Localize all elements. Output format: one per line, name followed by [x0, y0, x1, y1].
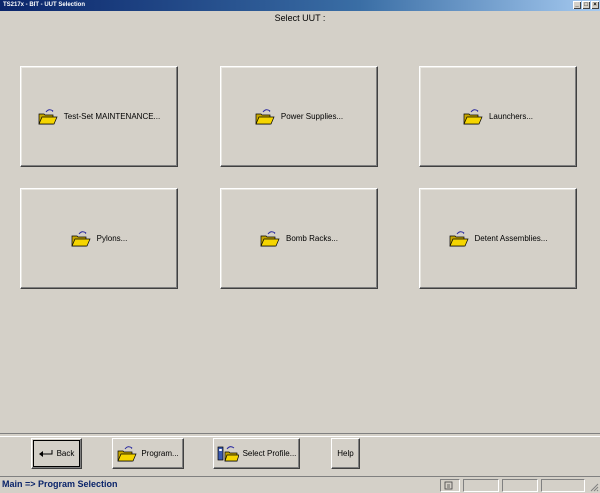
back-button-label: Back: [56, 449, 75, 458]
program-button[interactable]: Program...: [112, 438, 184, 469]
status-panel: [541, 479, 585, 492]
bottom-separator: [0, 433, 600, 437]
close-button[interactable]: ×: [591, 1, 599, 9]
uut-tile-detent-assemblies[interactable]: Detent Assemblies...: [419, 188, 577, 289]
title-bar: TS217x - BIT - UUT Selection _ □ ×: [0, 0, 600, 11]
maximize-button[interactable]: □: [582, 1, 590, 9]
back-button[interactable]: Back: [31, 438, 82, 469]
open-folder-icon: [71, 231, 91, 247]
help-button-label: Help: [337, 449, 354, 458]
status-text: Main => Program Selection: [2, 479, 118, 489]
open-folder-icon: [449, 231, 469, 247]
select-profile-button[interactable]: Select Profile...: [213, 438, 300, 469]
program-button-label: Program...: [141, 449, 179, 458]
page-title: Select UUT :: [274, 13, 326, 23]
status-panel: [502, 479, 538, 492]
help-button[interactable]: Help: [331, 438, 360, 469]
minimize-button[interactable]: _: [573, 1, 581, 9]
uut-tile-test-set-maintenance[interactable]: Test-Set MAINTENANCE...: [20, 66, 178, 167]
tile-label: Launchers...: [488, 112, 534, 121]
return-arrow-icon: [38, 449, 53, 457]
uut-tile-power-supplies[interactable]: Power Supplies...: [220, 66, 378, 167]
tile-label: Pylons...: [96, 234, 128, 243]
status-indicator-icon: [444, 481, 453, 490]
profile-folder-icon: [217, 446, 239, 462]
window-controls: _ □ ×: [573, 1, 599, 9]
tile-label: Bomb Racks...: [285, 234, 338, 243]
resize-grip-icon[interactable]: [589, 482, 599, 492]
open-folder-icon: [117, 446, 137, 462]
select-profile-button-label: Select Profile...: [242, 449, 297, 458]
open-folder-icon: [38, 109, 58, 125]
open-folder-icon: [463, 109, 483, 125]
uut-tile-bomb-racks[interactable]: Bomb Racks...: [220, 188, 378, 289]
window-title: TS217x - BIT - UUT Selection: [3, 2, 86, 8]
uut-tile-launchers[interactable]: Launchers...: [419, 66, 577, 167]
uut-tile-pylons[interactable]: Pylons...: [20, 188, 178, 289]
tile-label: Power Supplies...: [280, 112, 344, 121]
tile-label: Test-Set MAINTENANCE...: [63, 112, 161, 121]
status-bar: Main => Program Selection: [0, 476, 600, 493]
open-folder-icon: [255, 109, 275, 125]
tile-label: Detent Assemblies...: [474, 234, 548, 243]
status-panel-indicator: [440, 479, 460, 492]
open-folder-icon: [260, 231, 280, 247]
status-panel: [463, 479, 499, 492]
